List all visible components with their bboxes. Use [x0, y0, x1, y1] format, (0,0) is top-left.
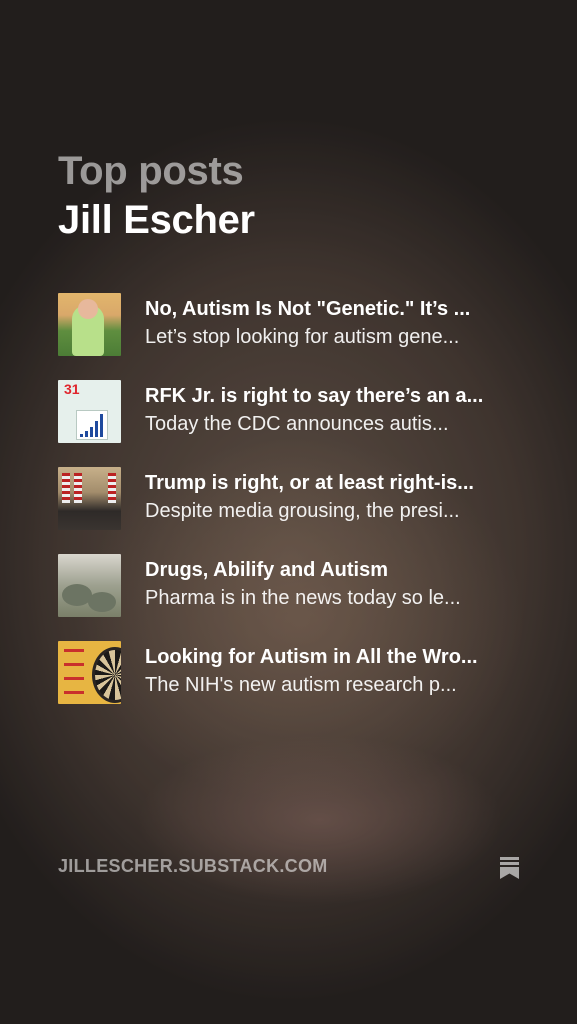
post-thumbnail — [58, 641, 121, 704]
chart-bar — [85, 431, 88, 437]
flag-shape — [108, 473, 116, 503]
top-posts-list: No, Autism Is Not "Genetic." It’s ... Le… — [58, 293, 518, 728]
post-text: RFK Jr. is right to say there’s an a... … — [145, 380, 518, 439]
post-subtitle: The NIH's new autism research p... — [145, 674, 457, 696]
post-item[interactable]: No, Autism Is Not "Genetic." It’s ... Le… — [58, 293, 518, 358]
publication-domain[interactable]: JILLESCHER.SUBSTACK.COM — [58, 856, 328, 877]
post-subtitle: Today the CDC announces autis... — [145, 413, 449, 435]
face-shape — [78, 299, 98, 319]
post-title: No, Autism Is Not "Genetic." It’s ... — [145, 298, 471, 320]
substack-logo-icon — [500, 857, 519, 879]
thumbnail-number: 31 — [64, 381, 80, 397]
post-subtitle: Let’s stop looking for autism gene... — [145, 326, 460, 348]
post-thumbnail — [58, 554, 121, 617]
dartboard-shape — [92, 647, 121, 703]
dart-shape — [64, 691, 84, 694]
post-text: Looking for Autism in All the Wro... The… — [145, 641, 518, 700]
chart-bar — [80, 434, 83, 437]
post-title: Looking for Autism in All the Wro... — [145, 646, 478, 668]
flag-shape — [62, 473, 70, 503]
post-thumbnail — [58, 293, 121, 356]
dart-shape — [64, 663, 84, 666]
post-subtitle: Pharma is in the news today so le... — [145, 587, 461, 609]
chart-bar — [95, 421, 98, 437]
post-item[interactable]: Looking for Autism in All the Wro... The… — [58, 641, 518, 706]
post-title: RFK Jr. is right to say there’s an a... — [145, 385, 484, 407]
pill-pile-shape — [88, 592, 116, 612]
share-card: Top posts Jill Escher No, Autism Is Not … — [0, 0, 577, 1024]
dart-shape — [64, 677, 84, 680]
dart-shape — [64, 649, 84, 652]
post-subtitle: Despite media grousing, the presi... — [145, 500, 460, 522]
post-item[interactable]: 31 RFK Jr. is right to say there’s an a.… — [58, 380, 518, 445]
header: Top posts Jill Escher — [58, 148, 255, 246]
post-title: Drugs, Abilify and Autism — [145, 559, 388, 581]
flag-shape — [74, 473, 82, 503]
post-text: Drugs, Abilify and Autism Pharma is in t… — [145, 554, 518, 613]
post-thumbnail — [58, 467, 121, 530]
post-title: Trump is right, or at least right-is... — [145, 472, 474, 494]
post-text: No, Autism Is Not "Genetic." It’s ... Le… — [145, 293, 518, 352]
post-item[interactable]: Drugs, Abilify and Autism Pharma is in t… — [58, 554, 518, 619]
thumbnail-chart — [76, 410, 108, 440]
author-name: Jill Escher — [58, 198, 255, 242]
post-item[interactable]: Trump is right, or at least right-is... … — [58, 467, 518, 532]
chart-bar — [100, 414, 103, 437]
post-thumbnail: 31 — [58, 380, 121, 443]
post-text: Trump is right, or at least right-is... … — [145, 467, 518, 526]
section-kicker: Top posts — [58, 149, 244, 193]
chart-bar — [90, 427, 93, 437]
